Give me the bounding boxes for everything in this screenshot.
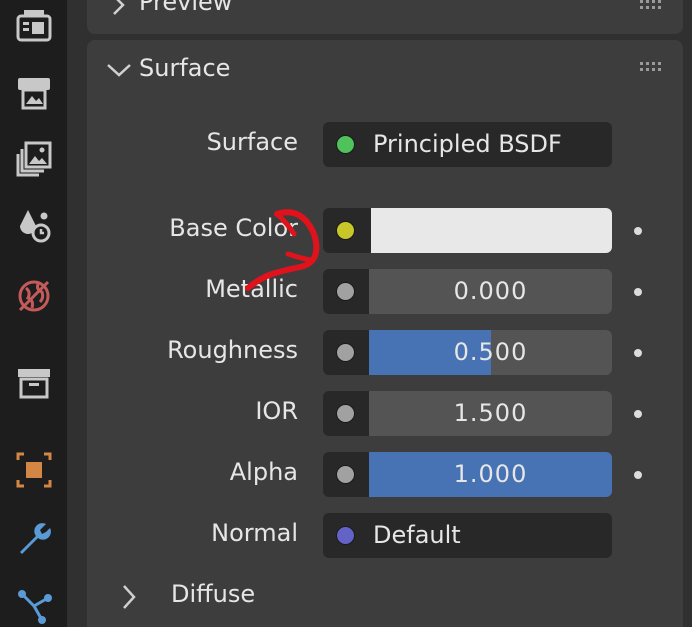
alpha-label: Alpha (229, 458, 298, 486)
normal-socket-icon[interactable] (336, 526, 355, 545)
metallic-slider[interactable]: 0.000 (369, 269, 612, 314)
properties-tab-strip (0, 0, 67, 627)
metallic-label: Metallic (205, 275, 298, 303)
metallic-socket-icon[interactable] (336, 282, 355, 301)
normal-label: Normal (211, 519, 298, 547)
particles-icon[interactable] (8, 580, 60, 627)
base-color-socket-icon[interactable] (336, 221, 355, 240)
drag-grip-icon[interactable] (640, 62, 664, 74)
object-icon[interactable] (8, 444, 60, 496)
ior-value: 1.500 (453, 399, 528, 427)
drag-grip-icon[interactable] (640, 0, 664, 12)
ior-field[interactable]: 1.500 (323, 391, 612, 436)
alpha-value: 1.000 (453, 460, 528, 488)
metallic-field[interactable]: 0.000 (323, 269, 612, 314)
base-color-field[interactable] (323, 208, 612, 253)
scene-icon[interactable] (8, 200, 60, 252)
alpha-socket-icon[interactable] (336, 465, 355, 484)
roughness-label: Roughness (167, 336, 298, 364)
ior-label: IOR (255, 397, 298, 425)
roughness-socket-icon[interactable] (336, 343, 355, 362)
diffuse-subpanel-title[interactable]: Diffuse (171, 580, 255, 608)
surface-shader-value: Principled BSDF (373, 130, 562, 158)
keyframe-dot-icon[interactable] (634, 471, 642, 479)
chevron-right-icon[interactable] (111, 0, 127, 16)
keyframe-dot-icon[interactable] (634, 227, 642, 235)
metallic-value: 0.000 (453, 277, 528, 305)
render-icon[interactable] (8, 0, 60, 52)
keyframe-dot-icon[interactable] (634, 410, 642, 418)
ior-socket-icon[interactable] (336, 404, 355, 423)
roughness-slider[interactable]: 0.500 (369, 330, 612, 375)
chevron-right-icon[interactable] (121, 584, 137, 610)
normal-field[interactable]: Default (323, 513, 612, 558)
roughness-field[interactable]: 0.500 (323, 330, 612, 375)
alpha-slider[interactable]: 1.000 (369, 452, 612, 497)
alpha-field[interactable]: 1.000 (323, 452, 612, 497)
surface-shader-selector[interactable]: Principled BSDF (323, 122, 612, 167)
surface-panel-title[interactable]: Surface (139, 54, 230, 82)
keyframe-dot-icon[interactable] (634, 349, 642, 357)
ior-slider[interactable]: 1.500 (369, 391, 612, 436)
keyframe-dot-icon[interactable] (634, 288, 642, 296)
collection-icon[interactable] (8, 357, 60, 409)
roughness-value: 0.500 (453, 338, 528, 366)
output-icon[interactable] (8, 66, 60, 118)
normal-value: Default (373, 521, 461, 549)
base-color-swatch[interactable] (369, 208, 612, 253)
world-icon[interactable] (8, 270, 60, 322)
modifier-wrench-icon[interactable] (8, 512, 60, 564)
surface-shader-label: Surface (206, 128, 298, 156)
base-color-label: Base Color (169, 214, 298, 242)
view-layer-icon[interactable] (8, 133, 60, 185)
shader-socket-icon[interactable] (336, 135, 355, 154)
chevron-down-icon[interactable] (106, 62, 132, 78)
preview-panel-title[interactable]: Preview (139, 0, 232, 16)
